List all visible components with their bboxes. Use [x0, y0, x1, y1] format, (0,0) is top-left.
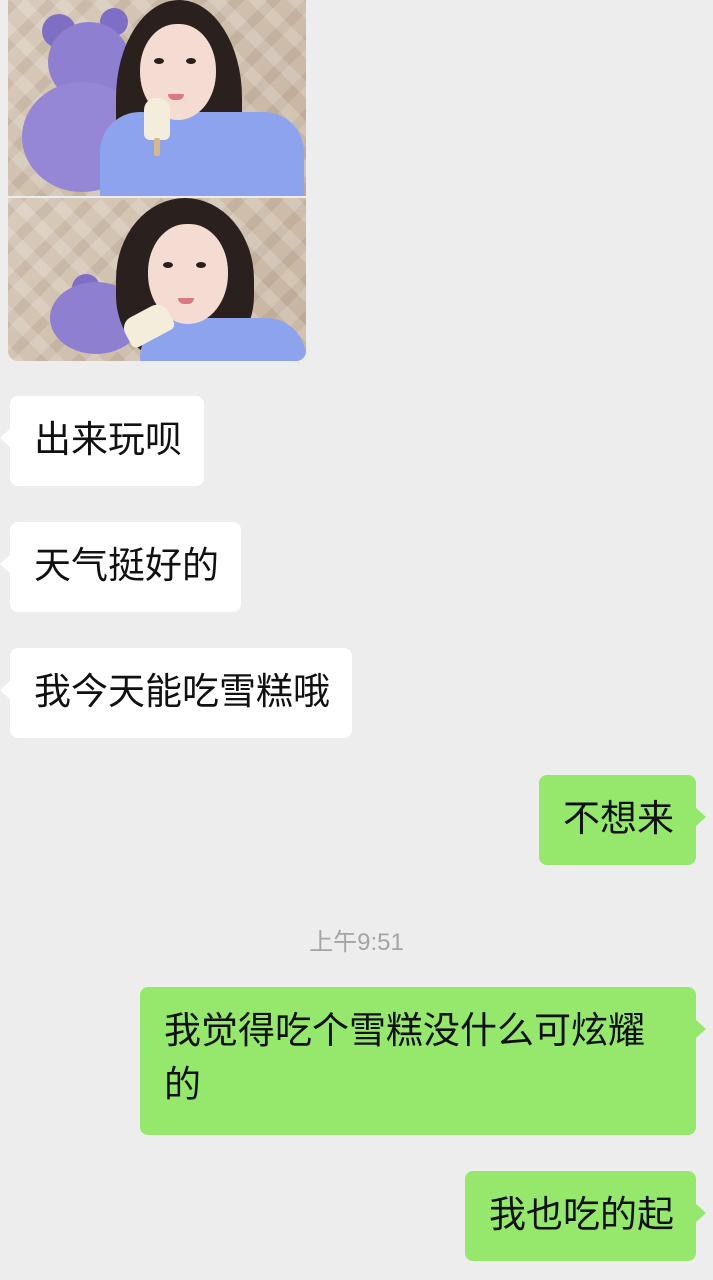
- message-timestamp: 上午9:51: [309, 929, 404, 956]
- message-bubble-received[interactable]: 天气挺好的: [0, 522, 241, 612]
- eye-right: [196, 262, 206, 268]
- message-text: 天气挺好的: [34, 544, 219, 587]
- message-bubble-sent[interactable]: 我也吃的起: [465, 1171, 706, 1261]
- message-text: 我觉得吃个雪糕没什么可炫耀的: [164, 1009, 645, 1106]
- message-bubble-received[interactable]: 出来玩呗: [0, 396, 204, 486]
- eye-right: [186, 58, 196, 64]
- message-bubble-sent[interactable]: 我觉得吃个雪糕没什么可炫耀的: [140, 987, 706, 1135]
- photo-top[interactable]: [8, 0, 306, 196]
- ice-cream-stick: [154, 138, 160, 156]
- eye-left: [163, 262, 173, 268]
- message-text: 我今天能吃雪糕哦: [34, 670, 330, 713]
- message-text: 我也吃的起: [489, 1193, 674, 1236]
- message-text: 不想来: [563, 797, 674, 840]
- message-bubble-received[interactable]: 我今天能吃雪糕哦: [0, 648, 352, 738]
- message-text: 出来玩呗: [34, 418, 182, 461]
- shirt: [100, 112, 304, 196]
- eye-left: [154, 58, 164, 64]
- ice-cream-bar: [144, 98, 170, 140]
- message-bubble-sent[interactable]: 不想来: [539, 775, 706, 865]
- photo-bottom[interactable]: [8, 198, 306, 361]
